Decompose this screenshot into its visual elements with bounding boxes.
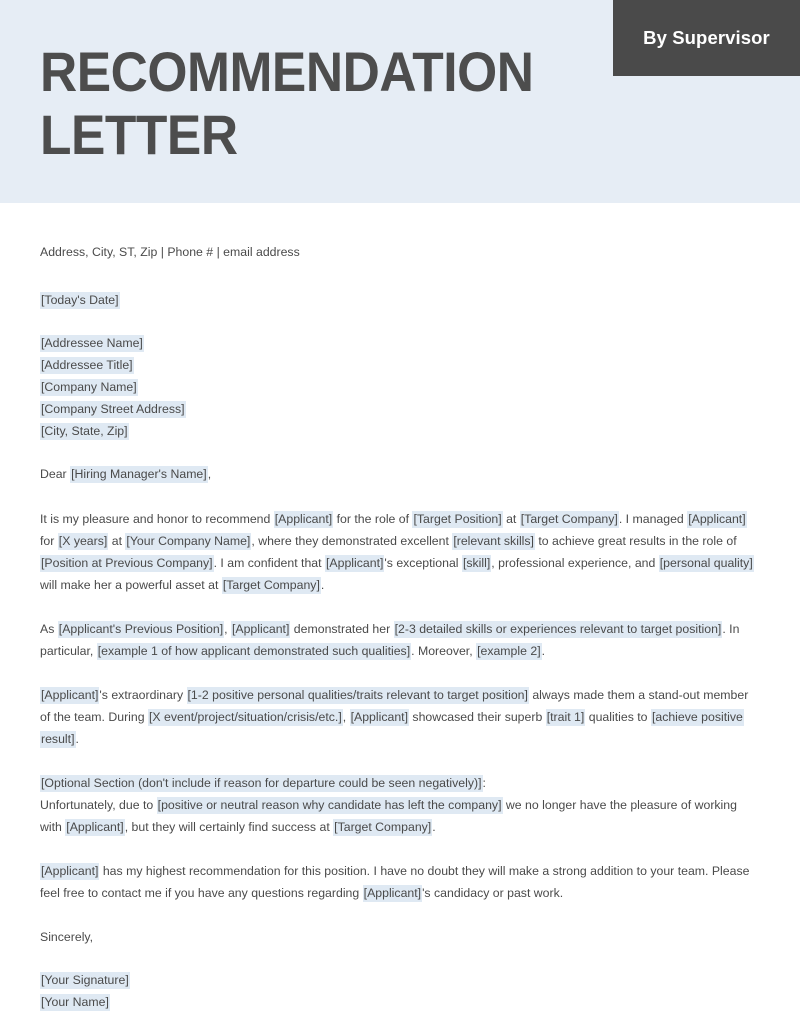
p2-text-3: demonstrated her — [290, 622, 394, 636]
addressee-block: [Addressee Name] [Addressee Title] [Comp… — [40, 332, 760, 442]
p3-placeholder-positive-traits: [1-2 positive personal qualities/traits … — [186, 687, 529, 704]
p3-text-3: , — [342, 710, 350, 724]
p3-text-6: . — [75, 732, 79, 746]
p1-text-6: at — [108, 534, 126, 548]
document-header: By Supervisor RECOMMENDATION LETTER — [0, 0, 800, 203]
optional-section: [Optional Section (don't include if reas… — [40, 772, 760, 838]
optional-section-heading-suffix: : — [482, 776, 486, 790]
p3-placeholder-x-event: [X event/project/situation/crisis/etc.] — [148, 709, 343, 726]
pc-placeholder-applicant-2: [Applicant] — [362, 885, 423, 902]
addressee-company-name: [Company Name] — [40, 379, 138, 396]
p1-text-4: . I managed — [618, 512, 688, 526]
salutation: Dear [Hiring Manager's Name], — [40, 463, 760, 485]
p1-placeholder-relevant-skills: [relevant skills] — [452, 533, 535, 550]
paragraph-1: It is my pleasure and honor to recommend… — [40, 508, 760, 596]
p1-text-7: , where they demonstrated excellent — [251, 534, 453, 548]
p1-placeholder-your-company-name: [Your Company Name] — [125, 533, 252, 550]
p1-text-2: for the role of — [333, 512, 413, 526]
p3-placeholder-trait-1: [trait 1] — [545, 709, 586, 726]
opt-placeholder-reason: [positive or neutral reason why candidat… — [156, 797, 503, 814]
p1-text-9: . I am confident that — [213, 556, 325, 570]
p2-placeholder-applicant-1: [Applicant] — [230, 621, 291, 638]
addressee-name: [Addressee Name] — [40, 335, 144, 352]
badge-label: By Supervisor — [643, 27, 770, 48]
p2-text-5: . Moreover, — [411, 644, 477, 658]
date-placeholder: [Today's Date] — [40, 292, 120, 309]
sign-off: Sincerely, — [40, 930, 94, 944]
p1-placeholder-skill: [skill] — [461, 555, 492, 572]
p2-text-2: , — [224, 622, 231, 636]
p1-placeholder-personal-quality: [personal quality] — [658, 555, 754, 572]
signature-placeholder: [Your Signature] — [40, 972, 130, 989]
salutation-suffix: , — [207, 467, 212, 481]
p3-placeholder-applicant-2: [Applicant] — [349, 709, 409, 726]
p1-text-11: , professional experience, and — [491, 556, 659, 570]
p1-text-3: at — [502, 512, 520, 526]
p1-placeholder-target-company-2: [Target Company] — [221, 577, 321, 594]
p1-placeholder-target-position: [Target Position] — [412, 511, 503, 528]
p1-text-5: for — [40, 534, 58, 548]
p3-text-1: 's extraordinary — [99, 688, 187, 702]
salutation-placeholder: [Hiring Manager's Name] — [70, 466, 208, 483]
optional-section-heading: [Optional Section (don't include if reas… — [40, 775, 483, 792]
salutation-prefix: Dear — [40, 467, 71, 481]
addressee-city-state-zip: [City, State, Zip] — [40, 423, 129, 440]
p1-placeholder-x-years: [X years] — [57, 533, 109, 550]
signature-block: [Your Signature] [Your Name] — [40, 969, 760, 1013]
paragraph-3: [Applicant]'s extraordinary [1-2 positiv… — [40, 684, 760, 750]
p1-placeholder-applicant-2: [Applicant] — [687, 511, 747, 528]
p1-placeholder-applicant-3: [Applicant] — [324, 555, 385, 572]
p1-text-10: 's exceptional — [384, 556, 462, 570]
sender-contact-line: Address, City, ST, Zip | Phone # | email… — [40, 245, 300, 259]
p1-text-12: will make her a powerful asset at — [40, 578, 222, 592]
p3-text-5: qualities to — [585, 710, 651, 724]
p1-placeholder-applicant-1: [Applicant] — [273, 511, 334, 528]
date-line: [Today's Date] — [40, 289, 760, 311]
addressee-title: [Addressee Title] — [40, 357, 134, 374]
by-supervisor-badge: By Supervisor — [613, 0, 800, 76]
opt-text-1: Unfortunately, due to — [40, 798, 157, 812]
addressee-street-address: [Company Street Address] — [40, 401, 186, 418]
opt-placeholder-target-company: [Target Company] — [333, 819, 433, 836]
p2-placeholder-previous-position: [Applicant's Previous Position] — [57, 621, 225, 638]
p2-placeholder-detailed-skills: [2-3 detailed skills or experiences rele… — [393, 621, 723, 638]
p1-text-13: . — [320, 578, 325, 592]
p2-placeholder-example-1: [example 1 of how applicant demonstrated… — [96, 643, 412, 660]
opt-placeholder-applicant: [Applicant] — [65, 819, 125, 836]
pc-text-2: 's candidacy or past work. — [422, 886, 564, 900]
pc-placeholder-applicant-1: [Applicant] — [40, 863, 100, 880]
p2-text-6: . — [541, 644, 546, 658]
paragraph-closing: [Applicant] has my highest recommendatio… — [40, 860, 760, 904]
p3-text-4: showcased their superb — [409, 710, 546, 724]
signer-name-placeholder: [Your Name] — [40, 994, 110, 1011]
p2-placeholder-example-2: [example 2] — [476, 643, 542, 660]
p1-placeholder-position-at-previous-company: [Position at Previous Company] — [40, 555, 214, 572]
opt-text-4: . — [432, 820, 436, 834]
opt-text-3: , but they will certainly find success a… — [124, 820, 334, 834]
letter-body: Address, City, ST, Zip | Phone # | email… — [0, 243, 800, 1013]
p2-text-1: As — [40, 622, 58, 636]
paragraph-2: As [Applicant's Previous Position], [App… — [40, 618, 760, 662]
p1-text-8: to achieve great results in the role of — [534, 534, 737, 548]
p1-placeholder-target-company-1: [Target Company] — [519, 511, 619, 528]
p1-text-1: It is my pleasure and honor to recommend — [40, 512, 274, 526]
page-title: RECOMMENDATION LETTER — [40, 40, 534, 166]
p3-placeholder-applicant-1: [Applicant] — [40, 687, 100, 704]
